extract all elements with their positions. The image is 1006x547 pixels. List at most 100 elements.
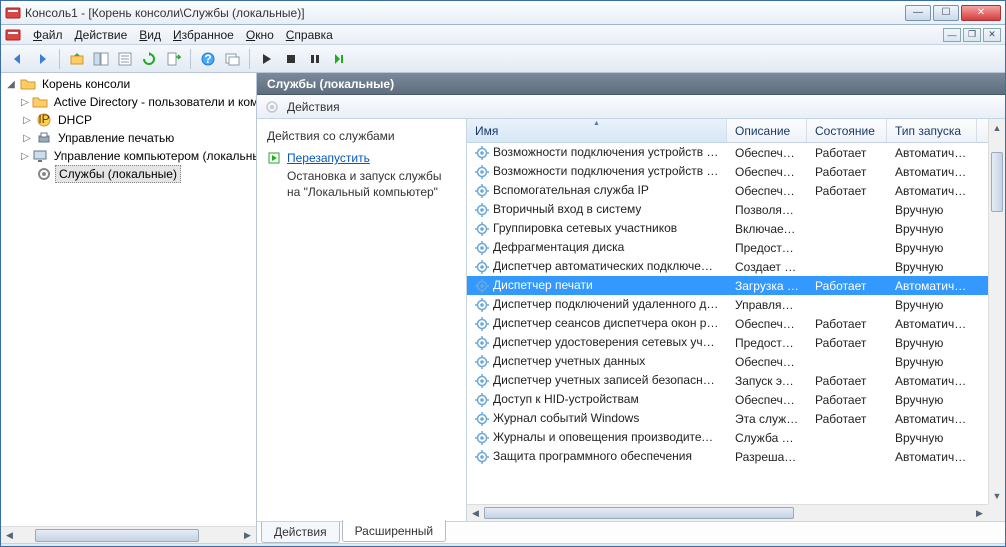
table-row[interactable]: Диспетчер учетных записей безопасност…За… xyxy=(467,371,1005,390)
properties-button[interactable] xyxy=(114,48,136,70)
scroll-thumb[interactable] xyxy=(35,529,199,542)
tree-item[interactable]: ▷Управление компьютером (локальным) xyxy=(19,147,254,165)
gear-icon xyxy=(475,222,489,236)
cell-desc: Обеспечи… xyxy=(727,393,807,407)
table-row[interactable]: Диспетчер печатиЗагрузка …РаботаетАвтома… xyxy=(467,276,1005,295)
scroll-right-icon[interactable]: ▶ xyxy=(239,527,256,544)
export-button[interactable] xyxy=(162,48,184,70)
vscroll-thumb[interactable] xyxy=(991,152,1003,212)
cell-name: Диспетчер автоматических подключен… xyxy=(467,259,727,274)
table-row[interactable]: Возможности подключения устройств …Обесп… xyxy=(467,143,1005,162)
restart-link[interactable]: Перезапустить xyxy=(287,151,370,165)
mdi-restore-button[interactable]: ❐ xyxy=(963,28,981,42)
cell-desc: Включает … xyxy=(727,222,807,236)
menu-action[interactable]: Действие xyxy=(69,26,134,44)
mdi-close-button[interactable]: ✕ xyxy=(983,28,1001,42)
menu-help[interactable]: Справка xyxy=(280,26,339,44)
col-start[interactable]: Тип запуска xyxy=(887,119,977,142)
col-name[interactable]: Имя xyxy=(467,119,727,142)
cell-state: Работает xyxy=(807,336,887,350)
table-row[interactable]: Диспетчер учетных данныхОбеспечи…Вручную xyxy=(467,352,1005,371)
tab-extended[interactable]: Расширенный xyxy=(342,520,447,542)
tree-hscrollbar[interactable]: ◀ ▶ xyxy=(1,526,256,543)
vscrollbar[interactable]: ▲ ▼ xyxy=(988,119,1005,504)
tree-root[interactable]: ◢ Корень консоли xyxy=(3,75,254,93)
table-row[interactable]: Вспомогательная служба IPОбеспечи…Работа… xyxy=(467,181,1005,200)
scroll-down-icon[interactable]: ▼ xyxy=(989,487,1005,504)
hscrollbar[interactable]: ◀ ▶ xyxy=(467,504,988,521)
table-row[interactable]: Журналы и оповещения производител…Служба… xyxy=(467,428,1005,447)
cell-desc: Позволяет… xyxy=(727,203,807,217)
tree-item[interactable]: Службы (локальные) xyxy=(19,165,254,183)
table-row[interactable]: Вторичный вход в системуПозволяет…Вручну… xyxy=(467,200,1005,219)
scroll-up-icon[interactable]: ▲ xyxy=(989,119,1005,136)
maximize-button[interactable]: ☐ xyxy=(933,5,959,21)
table-row[interactable]: Диспетчер сеансов диспетчера окон ра…Обе… xyxy=(467,314,1005,333)
back-button[interactable] xyxy=(7,48,29,70)
cell-start: Вручную xyxy=(887,393,977,407)
cell-name: Журналы и оповещения производител… xyxy=(467,430,727,445)
scroll-left-icon[interactable]: ◀ xyxy=(1,527,18,544)
table-row[interactable]: Дефрагментация дискаПредостав…Вручную xyxy=(467,238,1005,257)
minimize-button[interactable]: — xyxy=(905,5,931,21)
forward-button[interactable] xyxy=(31,48,53,70)
tree-item[interactable]: ▷IPDHCP xyxy=(19,111,254,129)
start-service-button[interactable] xyxy=(256,48,278,70)
scroll-right-icon[interactable]: ▶ xyxy=(971,508,988,519)
table-row[interactable]: Диспетчер подключений удаленного д…Управ… xyxy=(467,295,1005,314)
up-button[interactable] xyxy=(66,48,88,70)
menu-fav[interactable]: Избранное xyxy=(167,26,240,44)
expand-icon[interactable]: ▷ xyxy=(21,151,29,162)
table-row[interactable]: Диспетчер автоматических подключен…Созда… xyxy=(467,257,1005,276)
scroll-left-icon[interactable]: ◀ xyxy=(467,508,484,519)
new-window-button[interactable] xyxy=(221,48,243,70)
expand-icon[interactable]: ▷ xyxy=(21,115,33,126)
tree-item[interactable]: ▷ Управление печатью xyxy=(19,129,254,147)
cell-start: Автоматиче… xyxy=(887,450,977,464)
mdi-minimize-button[interactable]: — xyxy=(943,28,961,42)
cell-name: Диспетчер подключений удаленного д… xyxy=(467,297,727,312)
table-row[interactable]: Доступ к HID-устройствамОбеспечи…Работае… xyxy=(467,390,1005,409)
menu-view[interactable]: Вид xyxy=(133,26,167,44)
gear-icon xyxy=(265,100,279,114)
table-row[interactable]: Возможности подключения устройств …Обесп… xyxy=(467,162,1005,181)
table-row[interactable]: Диспетчер удостоверения сетевых учас…Пре… xyxy=(467,333,1005,352)
tree-item[interactable]: ▷Active Directory - пользователи и компь… xyxy=(19,93,254,111)
close-button[interactable]: ✕ xyxy=(961,5,1001,21)
scroll-corner xyxy=(988,504,1005,521)
cell-start: Вручную xyxy=(887,431,977,445)
col-state[interactable]: Состояние xyxy=(807,119,887,142)
help-button[interactable]: ? xyxy=(197,48,219,70)
tree-pane: ◢ Корень консоли ▷Active Directory - пол… xyxy=(1,73,257,543)
cell-name: Вторичный вход в систему xyxy=(467,202,727,217)
stop-service-button[interactable] xyxy=(280,48,302,70)
tree-item-label: Управление печатью xyxy=(55,130,177,146)
detail-header-label: Службы (локальные) xyxy=(267,77,394,91)
svg-text:?: ? xyxy=(204,52,211,66)
tab-actions[interactable]: Действия xyxy=(261,522,340,543)
expand-icon[interactable]: ▷ xyxy=(21,133,33,144)
menu-file[interactable]: Файл xyxy=(27,26,69,44)
menu-window[interactable]: Окно xyxy=(240,26,280,44)
table-row[interactable]: Группировка сетевых участниковВключает …… xyxy=(467,219,1005,238)
table-row[interactable]: Защита программного обеспеченияРазрешает… xyxy=(467,447,1005,466)
table-row[interactable]: Журнал событий WindowsЭта служб…Работает… xyxy=(467,409,1005,428)
cell-name: Группировка сетевых участников xyxy=(467,221,727,236)
collapse-icon[interactable]: ◢ xyxy=(5,79,17,90)
refresh-button[interactable] xyxy=(138,48,160,70)
detail-header: Службы (локальные) xyxy=(257,73,1005,95)
hscroll-thumb[interactable] xyxy=(484,507,794,519)
expand-icon[interactable]: ▷ xyxy=(21,97,29,108)
cell-name: Диспетчер сеансов диспетчера окон ра… xyxy=(467,316,727,331)
show-hide-tree-button[interactable] xyxy=(90,48,112,70)
cell-desc: Предостав… xyxy=(727,336,807,350)
menu-bar: Файл Действие Вид Избранное Окно Справка… xyxy=(1,25,1005,45)
cell-state: Работает xyxy=(807,412,887,426)
restart-service-button[interactable] xyxy=(328,48,350,70)
pause-service-button[interactable] xyxy=(304,48,326,70)
gear-icon xyxy=(475,184,489,198)
col-desc[interactable]: Описание xyxy=(727,119,807,142)
cell-desc: Загрузка … xyxy=(727,279,807,293)
app-icon xyxy=(5,5,21,21)
gear-icon xyxy=(475,165,489,179)
